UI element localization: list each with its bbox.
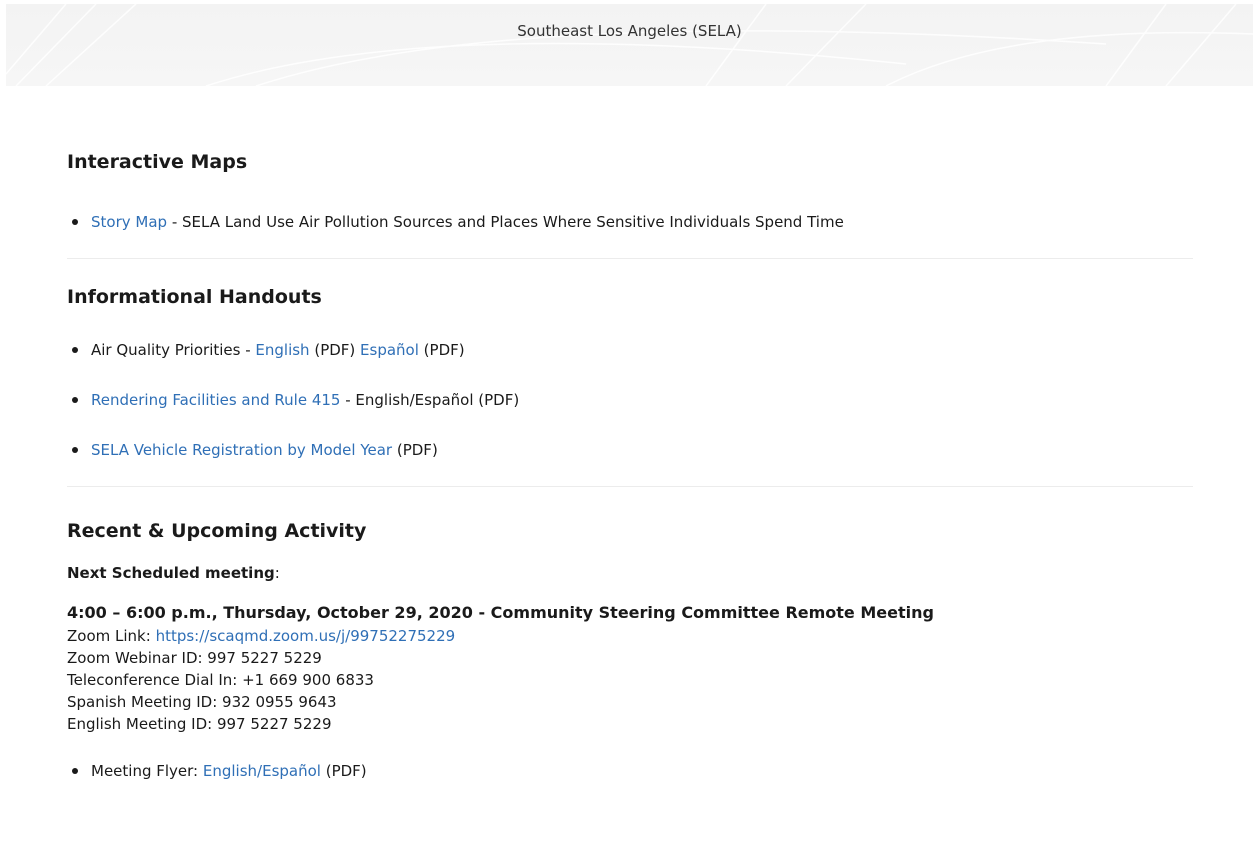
meeting-flyer-link[interactable]: English/Español (203, 762, 321, 780)
pdf-label: (PDF) (309, 341, 361, 359)
pdf-label: (PDF) (392, 441, 438, 459)
page-banner: Southeast Los Angeles (SELA) (6, 4, 1253, 86)
meeting-flyer-label: Meeting Flyer: (91, 762, 203, 780)
teleconference-dial-in: Teleconference Dial In: +1 669 900 6833 (67, 671, 374, 689)
list-item: Story Map - SELA Land Use Air Pollution … (67, 212, 1193, 232)
banner-decoration (6, 4, 1253, 86)
air-quality-priorities-label: Air Quality Priorities - (91, 341, 256, 359)
list-item: Rendering Facilities and Rule 415 - Engl… (67, 390, 1193, 410)
next-meeting-text: Next Scheduled meeting (67, 564, 275, 582)
list-item: Meeting Flyer: English/Español (PDF) (67, 761, 1193, 781)
story-map-link[interactable]: Story Map (91, 213, 167, 231)
informational-handouts-heading: Informational Handouts (67, 286, 322, 308)
rendering-facilities-description: - English/Español (PDF) (340, 391, 520, 409)
main-content: Interactive Maps Story Map - SELA Land U… (67, 150, 1193, 781)
pdf-label: (PDF) (320, 762, 367, 780)
interactive-maps-heading: Interactive Maps (67, 151, 248, 173)
next-meeting-label: Next Scheduled meeting: (67, 563, 1193, 583)
english-meeting-id: English Meeting ID: 997 5227 5229 (67, 715, 332, 733)
section-divider (67, 486, 1193, 487)
handouts-list: Air Quality Priorities - English (PDF) E… (67, 340, 1193, 460)
section-divider (67, 258, 1193, 259)
pdf-label: (PDF) (418, 341, 465, 359)
zoom-link-line: Zoom Link: https://scaqmd.zoom.us/j/9975… (67, 625, 1193, 647)
spanish-meeting-id: Spanish Meeting ID: 932 0955 9643 (67, 693, 337, 711)
rendering-facilities-link[interactable]: Rendering Facilities and Rule 415 (91, 391, 340, 409)
air-quality-english-link[interactable]: English (255, 341, 309, 359)
meeting-flyer-list: Meeting Flyer: English/Español (PDF) (67, 761, 1193, 781)
list-item: SELA Vehicle Registration by Model Year … (67, 440, 1193, 460)
story-map-description: - SELA Land Use Air Pollution Sources an… (167, 213, 844, 231)
zoom-meeting-link[interactable]: https://scaqmd.zoom.us/j/99752275229 (156, 627, 456, 645)
zoom-webinar-id: Zoom Webinar ID: 997 5227 5229 (67, 649, 322, 667)
recent-activity-heading: Recent & Upcoming Activity (67, 520, 367, 542)
vehicle-registration-link[interactable]: SELA Vehicle Registration by Model Year (91, 441, 392, 459)
next-meeting-colon: : (274, 564, 280, 582)
meeting-title: 4:00 – 6:00 p.m., Thursday, October 29, … (67, 603, 934, 622)
interactive-maps-list: Story Map - SELA Land Use Air Pollution … (67, 212, 1193, 232)
air-quality-espanol-link[interactable]: Español (360, 341, 419, 359)
banner-title: Southeast Los Angeles (SELA) (517, 22, 742, 40)
zoom-link-label: Zoom Link: (67, 627, 156, 645)
list-item: Air Quality Priorities - English (PDF) E… (67, 340, 1193, 360)
